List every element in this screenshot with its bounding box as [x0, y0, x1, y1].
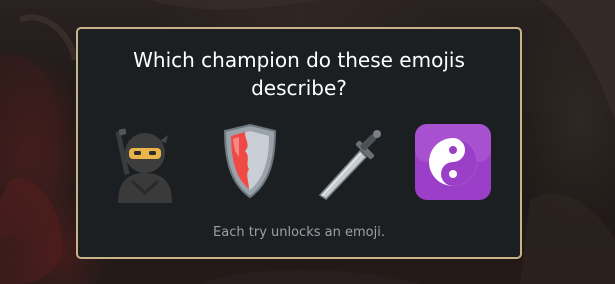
dagger-icon	[310, 121, 392, 203]
emoji-clues	[78, 121, 520, 203]
emoji-quiz-panel: Which champion do these emojis describe?	[76, 27, 522, 259]
shield-icon	[209, 121, 291, 203]
hint-text: Each try unlocks an emoji.	[213, 225, 385, 240]
quiz-question: Which champion do these emojis describe?	[133, 48, 465, 100]
yin-yang-icon	[412, 121, 494, 203]
ninja-icon	[104, 121, 186, 203]
